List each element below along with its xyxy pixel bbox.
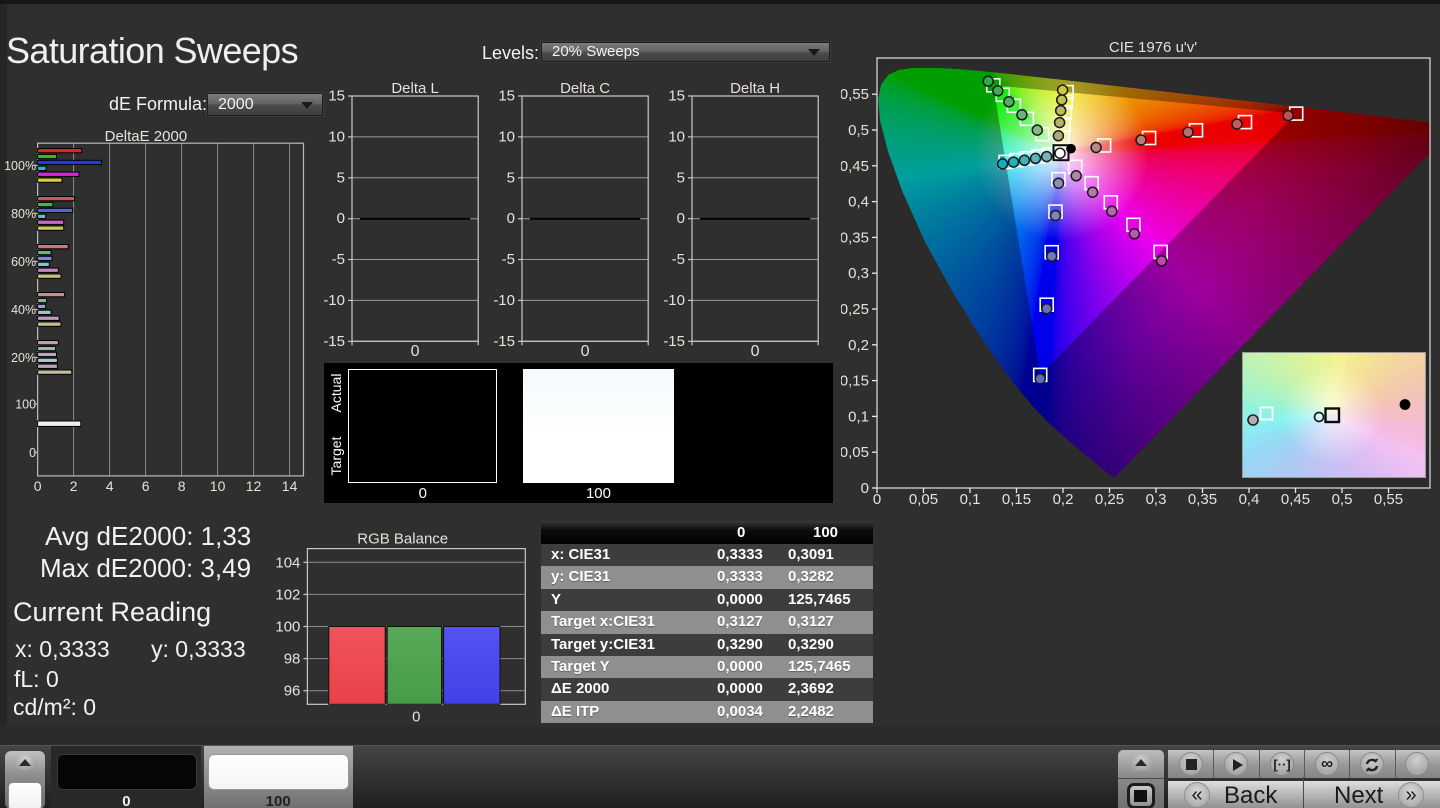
svg-text:5: 5 xyxy=(677,169,685,186)
svg-text:0: 0 xyxy=(581,343,590,358)
svg-text:0,15: 0,15 xyxy=(1002,491,1031,508)
svg-text:0,05: 0,05 xyxy=(909,491,938,508)
svg-text:0: 0 xyxy=(861,480,869,497)
svg-text:-10: -10 xyxy=(664,292,686,309)
svg-text:0,2: 0,2 xyxy=(1053,491,1074,508)
svg-text:0,2: 0,2 xyxy=(848,337,869,354)
svg-text:0,35: 0,35 xyxy=(1188,491,1217,508)
svg-text:0,15: 0,15 xyxy=(841,373,869,390)
svg-text:RGB Balance: RGB Balance xyxy=(357,531,448,548)
svg-text:-15: -15 xyxy=(664,333,686,350)
svg-text:104: 104 xyxy=(275,554,300,571)
svg-text:0,25: 0,25 xyxy=(1095,491,1124,508)
svg-text:0,55: 0,55 xyxy=(1374,491,1403,508)
svg-text:0: 0 xyxy=(412,708,420,725)
svg-text:0,4: 0,4 xyxy=(1239,491,1260,508)
svg-text:0,35: 0,35 xyxy=(841,229,869,246)
svg-text:0,25: 0,25 xyxy=(841,301,869,318)
svg-text:0: 0 xyxy=(873,491,881,508)
svg-text:0,5: 0,5 xyxy=(1332,491,1353,508)
svg-text:100: 100 xyxy=(275,619,300,636)
svg-text:0,4: 0,4 xyxy=(848,194,869,211)
svg-text:0,05: 0,05 xyxy=(841,444,869,461)
svg-text:-5: -5 xyxy=(672,251,685,268)
svg-text:10: 10 xyxy=(669,128,686,145)
svg-text:0,3: 0,3 xyxy=(1146,491,1167,508)
svg-text:98: 98 xyxy=(284,651,301,668)
svg-text:CIE 1976 u'v': CIE 1976 u'v' xyxy=(1109,39,1197,56)
svg-text:0: 0 xyxy=(751,343,760,358)
svg-text:102: 102 xyxy=(275,586,300,603)
svg-text:0,1: 0,1 xyxy=(848,408,869,425)
svg-text:0,3: 0,3 xyxy=(848,265,869,282)
svg-text:0,5: 0,5 xyxy=(848,122,869,139)
svg-text:0,55: 0,55 xyxy=(841,86,869,103)
svg-text:0,1: 0,1 xyxy=(960,491,981,508)
svg-text:Delta H: Delta H xyxy=(730,80,780,97)
svg-text:15: 15 xyxy=(669,88,686,105)
svg-text:0,45: 0,45 xyxy=(1281,491,1310,508)
svg-text:0,45: 0,45 xyxy=(841,158,869,175)
svg-text:96: 96 xyxy=(284,683,301,700)
svg-text:0: 0 xyxy=(677,210,685,227)
svg-text:Delta C: Delta C xyxy=(560,80,610,97)
